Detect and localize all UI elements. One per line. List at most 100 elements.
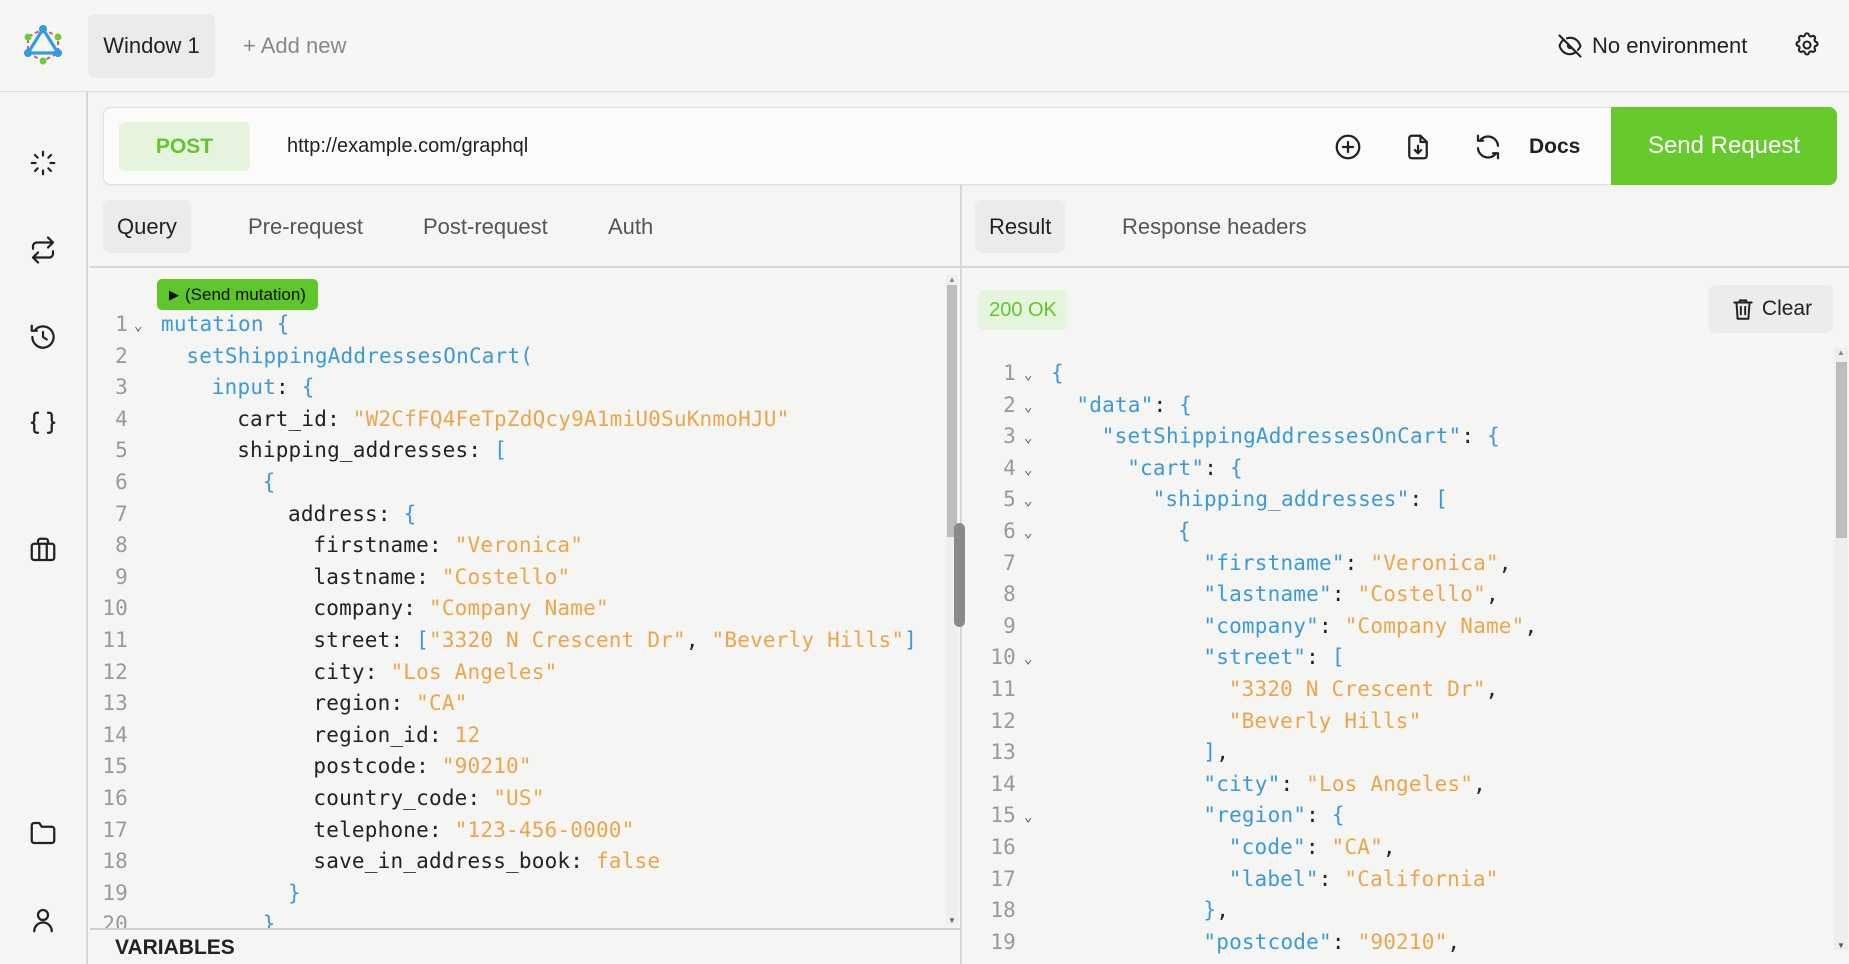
sidebar-item-history[interactable] bbox=[28, 322, 58, 352]
code-token: "W2CfFQ4FeTpZdQcy9A1miU0SuKnmoHJU" bbox=[352, 406, 790, 431]
docs-button[interactable]: Docs bbox=[1529, 128, 1580, 166]
fold-chevron-icon[interactable]: ⌄ bbox=[134, 311, 143, 343]
tab-auth[interactable]: Auth bbox=[594, 200, 667, 253]
tab-response-headers[interactable]: Response headers bbox=[1108, 200, 1321, 253]
fold-chevron-icon[interactable]: ⌄ bbox=[1024, 518, 1033, 550]
result-viewer[interactable]: 1 ⌄ {2 ⌄ "data": {3 ⌄ "setShippingAddressesOnC… bbox=[980, 358, 1835, 954]
code-token: cart_id bbox=[237, 406, 328, 431]
line-number: 10 bbox=[990, 645, 1016, 670]
line-number: 19 bbox=[990, 929, 1016, 954]
code-line: 4 ⌄ "cart": { bbox=[980, 453, 1830, 485]
scrollbar-thumb[interactable] bbox=[1836, 362, 1847, 538]
code-token: : bbox=[428, 817, 455, 842]
fold-chevron-icon[interactable]: ⌄ bbox=[1024, 455, 1033, 487]
result-scrollbar[interactable]: ▲ ▼ bbox=[1834, 348, 1848, 950]
code-token: "city" bbox=[1203, 771, 1281, 796]
code-token: : bbox=[428, 722, 455, 747]
code-token: } bbox=[288, 880, 301, 905]
line-number: 3 bbox=[1003, 424, 1016, 449]
code-line: 12 "Beverly Hills" bbox=[980, 706, 1830, 738]
sidebar-item-swap[interactable] bbox=[28, 235, 58, 265]
line-number: 20 bbox=[102, 912, 128, 930]
code-token: [ bbox=[1331, 645, 1345, 670]
send-mutation-button[interactable]: ▶ (Send mutation) bbox=[157, 279, 318, 310]
code-token: : bbox=[403, 596, 429, 621]
code-token: input bbox=[211, 375, 277, 400]
code-token: ] bbox=[1203, 740, 1217, 765]
code-token: [ bbox=[494, 438, 507, 463]
code-token: save_in_address_book bbox=[313, 849, 571, 874]
sidebar-item-braces[interactable] bbox=[28, 409, 58, 439]
variables-panel-toggle[interactable]: VARIABLES bbox=[90, 928, 960, 964]
fold-chevron-icon[interactable]: ⌄ bbox=[1024, 423, 1033, 455]
line-number: 16 bbox=[102, 785, 128, 810]
tab-post-request[interactable]: Post-request bbox=[409, 200, 562, 253]
code-token: false bbox=[595, 849, 661, 874]
code-token: : bbox=[327, 406, 353, 431]
fold-chevron-icon[interactable]: ⌄ bbox=[1024, 360, 1033, 392]
code-token: : bbox=[1280, 771, 1307, 796]
http-method-select[interactable]: POST bbox=[119, 122, 250, 171]
line-number: 7 bbox=[115, 501, 128, 526]
request-bar: POST Docs Send Request bbox=[103, 107, 1837, 185]
download-file-button[interactable] bbox=[1403, 132, 1433, 162]
line-number: 8 bbox=[115, 533, 128, 558]
fold-chevron-icon[interactable]: ⌄ bbox=[1024, 486, 1033, 518]
add-query-button[interactable] bbox=[1333, 132, 1363, 162]
line-number: 6 bbox=[1003, 518, 1016, 543]
code-token: "Los Angeles" bbox=[390, 659, 558, 684]
code-token: shipping_addresses bbox=[237, 438, 469, 463]
code-token: region_id bbox=[313, 722, 429, 747]
file-download-icon bbox=[1408, 134, 1428, 160]
environment-selector[interactable]: No environment bbox=[1556, 26, 1747, 66]
code-token: "shipping_addresses" bbox=[1152, 487, 1410, 512]
sidebar-item-collections[interactable] bbox=[28, 818, 58, 848]
query-editor[interactable]: ▶ (Send mutation) 1 ⌄ mutation {2 setShippi… bbox=[90, 270, 960, 930]
line-number: 6 bbox=[115, 469, 128, 494]
code-line: 12 city: "Los Angeles" bbox=[90, 657, 940, 689]
code-token: "Los Angeles" bbox=[1306, 771, 1474, 796]
add-new-window-button[interactable]: + Add new bbox=[243, 14, 346, 78]
window-tab[interactable]: Window 1 bbox=[88, 14, 215, 78]
environment-label: No environment bbox=[1592, 33, 1748, 58]
tab-result[interactable]: Result bbox=[975, 200, 1066, 253]
sidebar-item-account[interactable] bbox=[28, 905, 58, 935]
scroll-down-arrow[interactable]: ▼ bbox=[1837, 941, 1845, 950]
code-token: , bbox=[1216, 740, 1230, 765]
fold-chevron-icon[interactable]: ⌄ bbox=[1024, 392, 1033, 424]
code-token: , bbox=[1485, 676, 1499, 701]
send-request-button[interactable]: Send Request bbox=[1611, 107, 1837, 185]
code-token: } bbox=[1203, 898, 1217, 923]
code-token: "Beverly Hills" bbox=[1228, 708, 1422, 733]
fold-chevron-icon[interactable]: ⌄ bbox=[1024, 644, 1033, 676]
fold-chevron-icon[interactable]: ⌄ bbox=[1024, 802, 1033, 834]
code-line: 1 ⌄ { bbox=[980, 358, 1830, 390]
code-token: , bbox=[1485, 582, 1499, 607]
sidebar-item-loader[interactable] bbox=[28, 148, 58, 178]
clear-result-button[interactable]: Clear bbox=[1709, 285, 1833, 333]
tab-pre-request[interactable]: Pre-request bbox=[234, 200, 377, 253]
trash-icon bbox=[1733, 299, 1753, 320]
code-token: : bbox=[1409, 487, 1436, 512]
top-header: Window 1 + Add new No environment bbox=[0, 0, 1849, 92]
reload-schema-button[interactable] bbox=[1473, 132, 1503, 162]
code-token: setShippingAddressesOnCart( bbox=[186, 343, 534, 368]
line-number: 17 bbox=[990, 866, 1016, 891]
code-line: 19} bbox=[90, 878, 940, 910]
url-input[interactable] bbox=[287, 122, 1387, 171]
code-token: { bbox=[1487, 424, 1500, 449]
pane-scrollbar-thumb[interactable] bbox=[954, 523, 965, 627]
line-number: 11 bbox=[102, 627, 128, 652]
gear-icon[interactable] bbox=[1793, 31, 1821, 59]
tab-query[interactable]: Query bbox=[103, 200, 191, 253]
code-token: street bbox=[313, 627, 391, 652]
code-line: 10 ⌄ "street": [ bbox=[980, 642, 1830, 674]
code-token: { bbox=[1229, 455, 1243, 480]
sidebar-item-briefcase[interactable] bbox=[28, 535, 58, 565]
code-token: "90210" bbox=[441, 754, 532, 779]
code-token: : bbox=[1306, 803, 1332, 828]
refresh-icon bbox=[1476, 134, 1500, 160]
code-line: 7 "firstname": "Veronica", bbox=[980, 548, 1830, 580]
pane-resize-scrollbar[interactable] bbox=[946, 275, 966, 925]
scroll-up-arrow[interactable]: ▲ bbox=[1837, 348, 1845, 357]
